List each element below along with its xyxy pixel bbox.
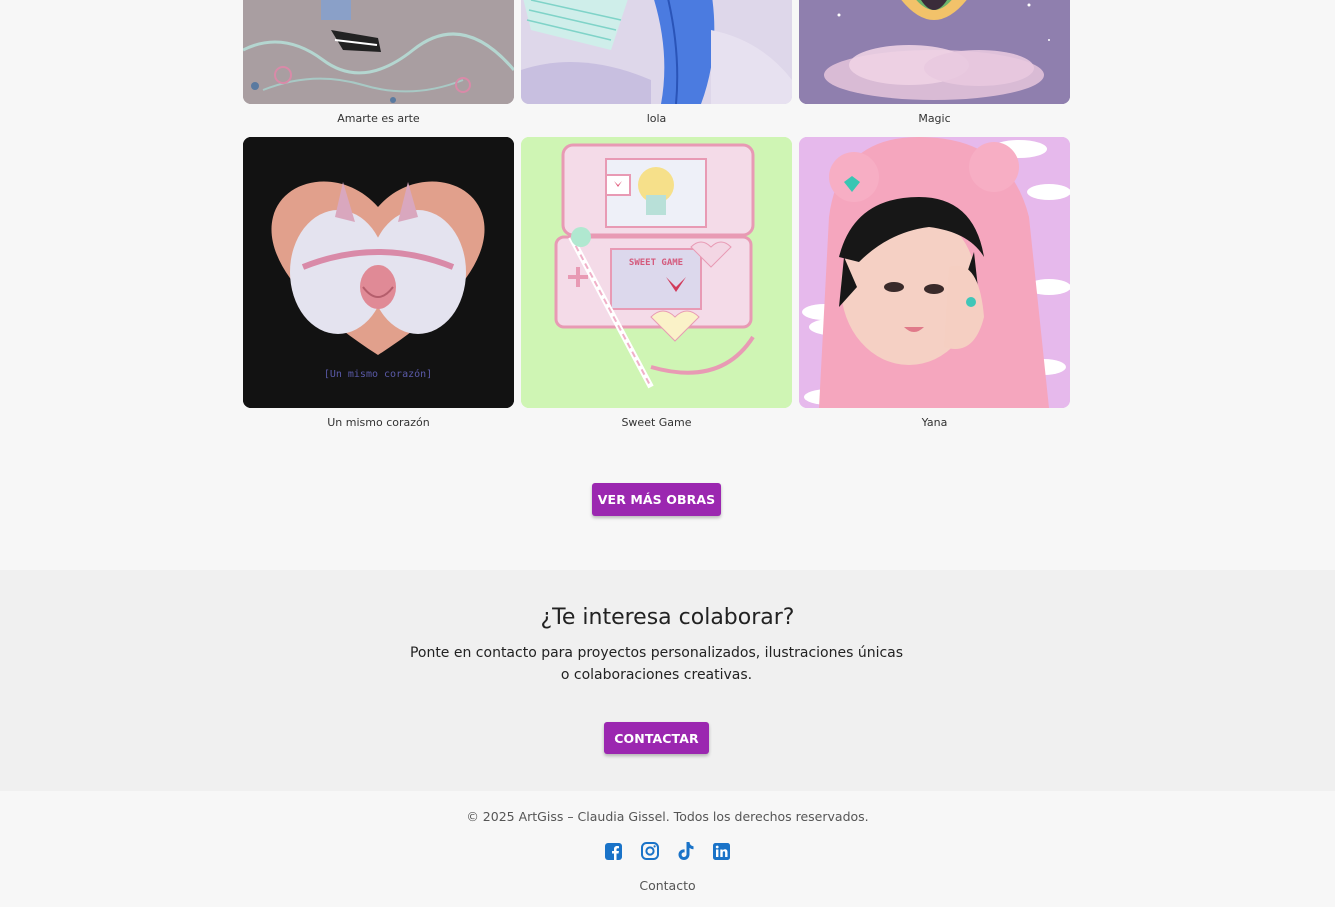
artwork-card-yana[interactable] — [799, 137, 1070, 408]
artwork-caption: Un mismo corazón — [327, 416, 430, 429]
artwork-image-yana — [799, 137, 1070, 408]
artwork-caption: Magic — [918, 112, 951, 125]
artwork-caption: Amarte es arte — [337, 112, 420, 125]
artwork-image-amarte-es-arte — [243, 0, 514, 104]
view-more-works-button[interactable]: VER MÁS OBRAS — [592, 483, 721, 516]
tiktok-icon[interactable] — [676, 841, 696, 861]
linkedin-icon[interactable] — [712, 841, 732, 861]
artwork-image-magic — [799, 0, 1070, 104]
artwork-caption: Yana — [921, 416, 948, 429]
artwork-card-lola[interactable] — [521, 0, 792, 104]
artwork-image-lola — [521, 0, 792, 104]
contact-link[interactable]: Contacto — [0, 878, 1335, 893]
artwork-card-amarte-es-arte[interactable] — [243, 0, 514, 104]
artwork-card-sweet-game[interactable]: SWEET GAME — [521, 137, 792, 408]
artwork-card-un-mismo-corazon[interactable]: [Un mismo corazón] — [243, 137, 514, 408]
footer: © 2025 ArtGiss – Claudia Gissel. Todos l… — [0, 791, 1335, 907]
artwork-caption: lola — [646, 112, 667, 125]
contact-button[interactable]: CONTACTAR — [604, 722, 709, 754]
artwork-caption: Sweet Game — [621, 416, 692, 429]
artwork-inner-text: [Un mismo corazón] — [324, 368, 432, 380]
collab-title: ¿Te interesa colaborar? — [540, 605, 795, 630]
artwork-image-sweet-game: SWEET GAME — [521, 137, 792, 408]
collab-description: Ponte en contacto para proyectos persona… — [409, 645, 904, 683]
social-links — [0, 841, 1335, 861]
instagram-icon[interactable] — [640, 841, 660, 861]
gallery-section: Amarte es arte lola Magic [Un mismo cora… — [0, 0, 1335, 570]
artwork-image-un-mismo-corazon: [Un mismo corazón] — [243, 137, 514, 408]
copyright-text: © 2025 ArtGiss – Claudia Gissel. Todos l… — [466, 809, 869, 824]
facebook-icon[interactable] — [604, 841, 624, 861]
collaboration-section: ¿Te interesa colaborar? Ponte en contact… — [0, 570, 1335, 791]
artwork-card-magic[interactable] — [799, 0, 1070, 104]
artwork-inner-text: SWEET GAME — [629, 258, 683, 268]
